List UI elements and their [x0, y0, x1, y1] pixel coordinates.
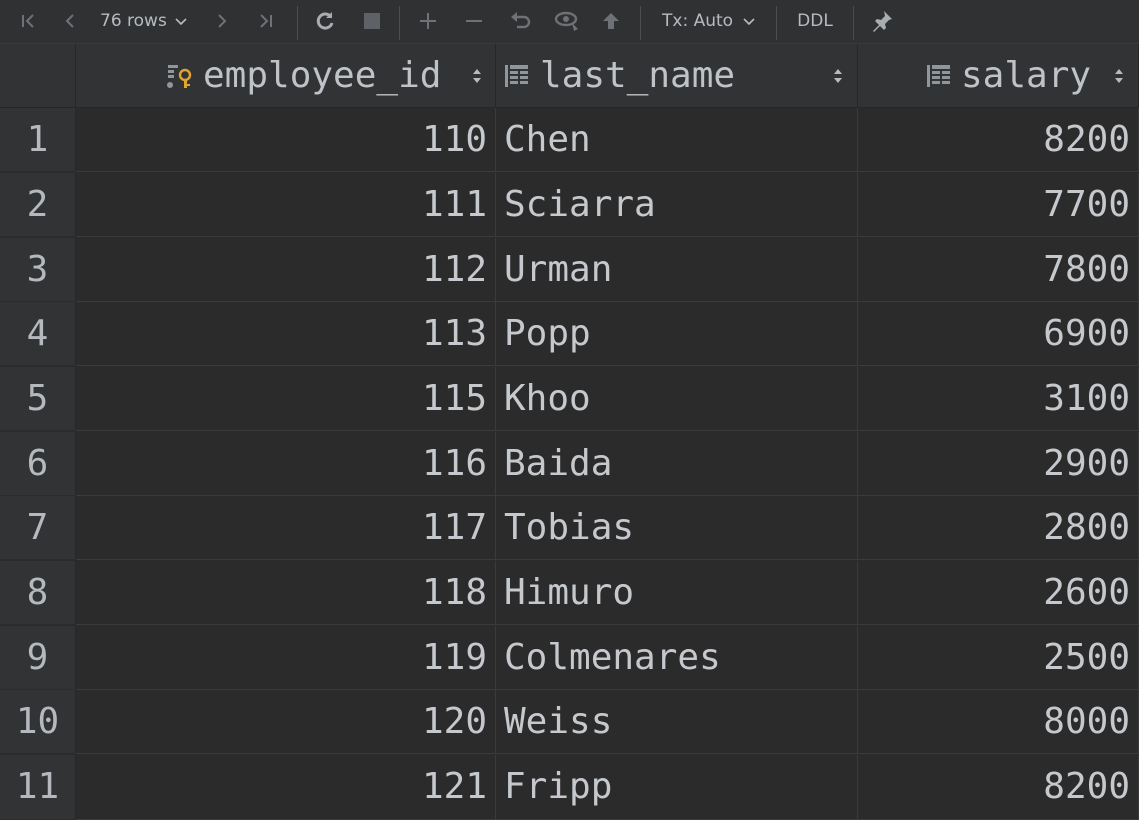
last-name-cell[interactable]: Chen: [496, 108, 858, 172]
row-number[interactable]: 9: [0, 626, 76, 690]
employee-id-cell[interactable]: 115: [76, 367, 496, 431]
column-header-label: employee_id: [203, 55, 442, 96]
sort-arrows-icon[interactable]: [1114, 66, 1124, 86]
last-name-cell[interactable]: Tobias: [496, 496, 858, 560]
stop-icon[interactable]: [358, 6, 386, 36]
ddl-button[interactable]: DDL: [792, 6, 838, 36]
column-header-label: last_name: [540, 55, 736, 96]
last-name-cell[interactable]: Fripp: [496, 755, 858, 820]
refresh-icon[interactable]: [311, 6, 339, 36]
pin-icon[interactable]: [868, 6, 896, 36]
toolbar-separator: [853, 6, 854, 40]
row-number[interactable]: 8: [0, 561, 76, 625]
column-icon: [504, 65, 530, 91]
toolbar-separator: [640, 6, 641, 40]
toolbar-separator: [399, 6, 400, 40]
row-number[interactable]: 1: [0, 108, 76, 172]
salary-cell[interactable]: 2600: [858, 561, 1139, 625]
chevron-down-icon: [743, 16, 755, 26]
last-name-cell[interactable]: Himuro: [496, 561, 858, 625]
salary-cell[interactable]: 3100: [858, 367, 1139, 431]
row-number[interactable]: 4: [0, 302, 76, 366]
employee-id-cell[interactable]: 121: [76, 755, 496, 820]
employee-id-cell[interactable]: 120: [76, 690, 496, 754]
salary-cell[interactable]: 2900: [858, 432, 1139, 496]
employee-id-cell[interactable]: 119: [76, 626, 496, 690]
chevron-down-icon: [175, 16, 187, 26]
revert-icon[interactable]: [506, 6, 534, 36]
salary-cell[interactable]: 2500: [858, 626, 1139, 690]
employee-id-cell[interactable]: 111: [76, 173, 496, 237]
delete-row-icon[interactable]: [460, 6, 488, 36]
row-count-label: 76 rows: [100, 11, 167, 31]
salary-cell[interactable]: 6900: [858, 302, 1139, 366]
result-toolbar: 76 rows Tx: Auto DDL: [0, 0, 1139, 44]
toolbar-separator: [297, 6, 298, 40]
result-grid: employee_id last_name salary 1 110 Chen …: [0, 44, 1139, 820]
previous-page-icon[interactable]: [56, 6, 84, 36]
ddl-label: DDL: [797, 11, 833, 31]
last-name-cell[interactable]: Khoo: [496, 367, 858, 431]
salary-cell[interactable]: 2800: [858, 496, 1139, 560]
row-number[interactable]: 6: [0, 432, 76, 496]
column-header-employee-id[interactable]: employee_id: [76, 44, 496, 108]
employee-id-cell[interactable]: 116: [76, 432, 496, 496]
row-number[interactable]: 11: [0, 755, 76, 820]
primary-key-column-icon: [166, 65, 194, 93]
employee-id-cell[interactable]: 118: [76, 561, 496, 625]
column-icon: [926, 65, 952, 91]
sort-arrows-icon[interactable]: [472, 66, 482, 86]
row-number[interactable]: 7: [0, 496, 76, 560]
view-query-icon[interactable]: [552, 6, 582, 36]
next-page-icon[interactable]: [208, 6, 236, 36]
add-row-icon[interactable]: [414, 6, 442, 36]
row-count-dropdown[interactable]: 76 rows: [100, 6, 198, 36]
first-page-icon[interactable]: [14, 6, 42, 36]
toolbar-separator: [776, 6, 777, 40]
row-number[interactable]: 3: [0, 238, 76, 302]
salary-cell[interactable]: 8000: [858, 690, 1139, 754]
last-name-cell[interactable]: Popp: [496, 302, 858, 366]
employee-id-cell[interactable]: 117: [76, 496, 496, 560]
last-name-cell[interactable]: Urman: [496, 238, 858, 302]
salary-cell[interactable]: 7800: [858, 238, 1139, 302]
last-name-cell[interactable]: Baida: [496, 432, 858, 496]
transaction-mode-label: Tx: Auto: [662, 11, 734, 31]
last-name-cell[interactable]: Sciarra: [496, 173, 858, 237]
last-page-icon[interactable]: [252, 6, 280, 36]
employee-id-cell[interactable]: 110: [76, 108, 496, 172]
sort-arrows-icon[interactable]: [833, 66, 843, 86]
column-header-last-name[interactable]: last_name: [496, 44, 858, 108]
employee-id-cell[interactable]: 113: [76, 302, 496, 366]
column-header-label: salary: [961, 55, 1092, 96]
submit-icon[interactable]: [597, 6, 625, 36]
last-name-cell[interactable]: Weiss: [496, 690, 858, 754]
row-number[interactable]: 10: [0, 690, 76, 754]
row-number[interactable]: 2: [0, 173, 76, 237]
salary-cell[interactable]: 8200: [858, 108, 1139, 172]
column-header-salary[interactable]: salary: [858, 44, 1139, 108]
last-name-cell[interactable]: Colmenares: [496, 626, 858, 690]
transaction-mode-dropdown[interactable]: Tx: Auto: [662, 6, 762, 36]
employee-id-cell[interactable]: 112: [76, 238, 496, 302]
row-number[interactable]: 5: [0, 367, 76, 431]
salary-cell[interactable]: 7700: [858, 173, 1139, 237]
salary-cell[interactable]: 8200: [858, 755, 1139, 820]
grid-corner: [0, 44, 76, 108]
